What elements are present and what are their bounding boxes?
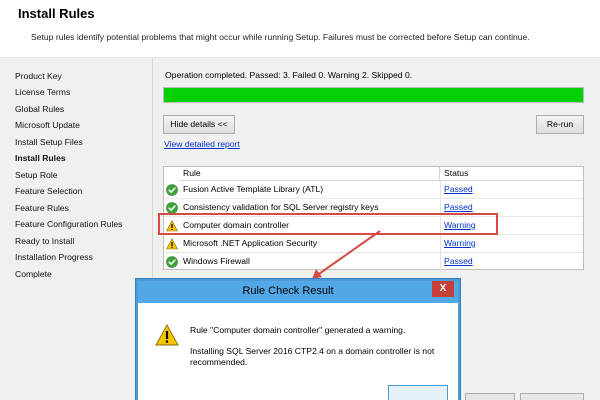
rerun-button[interactable]: Re-run [536,115,584,134]
sidebar-item-product-key[interactable]: Product Key [15,71,62,81]
rule-name: Consistency validation for SQL Server re… [183,202,379,212]
sidebar-item-feature-configuration-rules[interactable]: Feature Configuration Rules [15,219,122,229]
column-header-rule: Rule [179,167,440,181]
ok-button-partial[interactable] [388,385,448,400]
page-title: Install Rules [18,6,95,21]
rule-name: Fusion Active Template Library (ATL) [183,184,324,194]
rule-name: Microsoft .NET Application Security [183,238,318,248]
check-icon [166,184,178,196]
warning-icon [155,324,179,348]
sidebar-item-microsoft-update[interactable]: Microsoft Update [15,120,80,130]
sidebar-item-install-rules[interactable]: Install Rules [15,153,66,163]
close-button[interactable]: X [432,281,454,297]
dialog-message-rule: Rule "Computer domain controller" genera… [190,325,406,335]
table-row[interactable]: Fusion Active Template Library (ATL) Pas… [164,181,583,199]
sidebar-item-global-rules[interactable]: Global Rules [15,104,64,114]
rule-check-result-dialog: Rule Check Result X Rule "Computer domai… [136,279,460,400]
sidebar-item-installation-progress[interactable]: Installation Progress [15,252,93,262]
sidebar-item-ready-to-install[interactable]: Ready to Install [15,236,74,246]
warning-icon [166,238,178,250]
dialog-titlebar: Rule Check Result X [138,281,458,303]
back-button-partial[interactable] [465,393,515,400]
rule-status-link[interactable]: Passed [444,184,473,194]
sidebar-item-install-setup-files[interactable]: Install Setup Files [15,137,83,147]
sidebar-item-feature-selection[interactable]: Feature Selection [15,186,82,196]
sidebar-item-feature-rules[interactable]: Feature Rules [15,203,69,213]
sidebar-item-complete[interactable]: Complete [15,269,52,279]
page-subtitle: Setup rules identify potential problems … [31,32,530,42]
operation-status: Operation completed. Passed: 3. Failed 0… [165,70,413,80]
rule-name: Windows Firewall [183,256,250,266]
column-header-status: Status [440,167,584,181]
hide-details-button[interactable]: Hide details << [163,115,235,134]
rule-status-link[interactable]: Warning [444,238,476,248]
rule-status-link[interactable]: Passed [444,202,473,212]
next-button-partial[interactable] [520,393,584,400]
rule-status-link[interactable]: Passed [444,256,473,266]
sidebar-item-setup-role[interactable]: Setup Role [15,170,58,180]
header: Install Rules Setup rules identify poten… [0,0,600,58]
sidebar: Product Key License Terms Global Rules M… [0,58,153,400]
sidebar-item-license-terms[interactable]: License Terms [15,87,70,97]
check-icon [166,256,178,268]
progress-fill [164,88,583,102]
progress-bar [163,87,584,103]
dialog-message-detail: Installing SQL Server 2016 CTP2.4 on a d… [190,346,435,367]
dialog-title: Rule Check Result [242,285,334,297]
view-detailed-report-link[interactable]: View detailed report [164,139,240,149]
